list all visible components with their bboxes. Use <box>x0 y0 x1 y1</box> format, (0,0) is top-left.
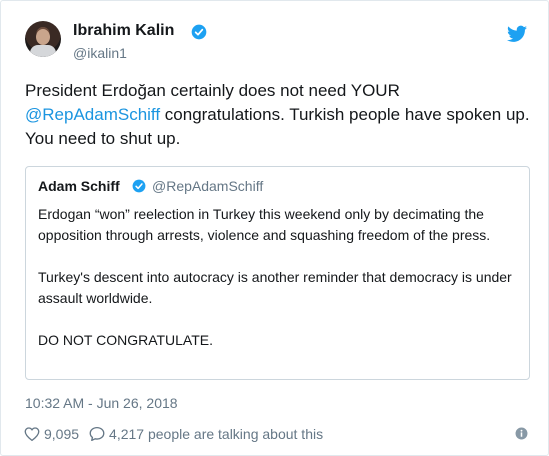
talking-count: 4,217 people are talking about this <box>109 426 324 442</box>
tweet-text-part: President Erdoğan certainly does not nee… <box>25 81 400 100</box>
speech-bubble-icon <box>89 426 105 442</box>
avatar-face <box>36 29 50 45</box>
quoted-tweet-text: Erdogan “won” reelection in Turkey this … <box>38 204 518 372</box>
author-name[interactable]: Ibrahim Kalin <box>73 21 174 41</box>
quoted-tweet[interactable]: Adam Schiff @RepAdamSchiff Erdogan “won”… <box>25 166 530 380</box>
quoted-paragraph: Erdogan “won” reelection in Turkey this … <box>38 206 491 243</box>
quoted-paragraph: DO NOT CONGRATULATE. <box>38 332 214 348</box>
info-icon[interactable] <box>515 427 528 440</box>
quoted-author-name: Adam Schiff <box>38 178 120 194</box>
mention-link[interactable]: @RepAdamSchiff <box>25 105 160 124</box>
verified-badge-icon <box>132 179 146 193</box>
like-button[interactable]: 9,095 <box>23 425 79 443</box>
twitter-bird-icon[interactable] <box>507 25 527 43</box>
author-handle[interactable]: @ikalin1 <box>73 44 127 62</box>
tweet-actions: 9,095 4,217 people are talking about thi… <box>23 424 323 444</box>
reply-button[interactable]: 4,217 people are talking about this <box>88 425 323 443</box>
like-count: 9,095 <box>44 426 80 442</box>
tweet-timestamp[interactable]: 10:32 AM - Jun 26, 2018 <box>25 394 178 412</box>
verified-badge-icon <box>191 24 207 40</box>
embedded-tweet: Ibrahim Kalin @ikalin1 President Erdoğan… <box>0 0 549 456</box>
quoted-author-handle: @RepAdamSchiff <box>152 178 264 194</box>
avatar[interactable] <box>25 21 61 57</box>
tweet-text: President Erdoğan certainly does not nee… <box>25 79 530 151</box>
avatar-shirt <box>30 45 56 57</box>
quoted-paragraph: Turkey's descent into autocracy is anoth… <box>38 269 512 306</box>
heart-icon <box>24 427 40 442</box>
